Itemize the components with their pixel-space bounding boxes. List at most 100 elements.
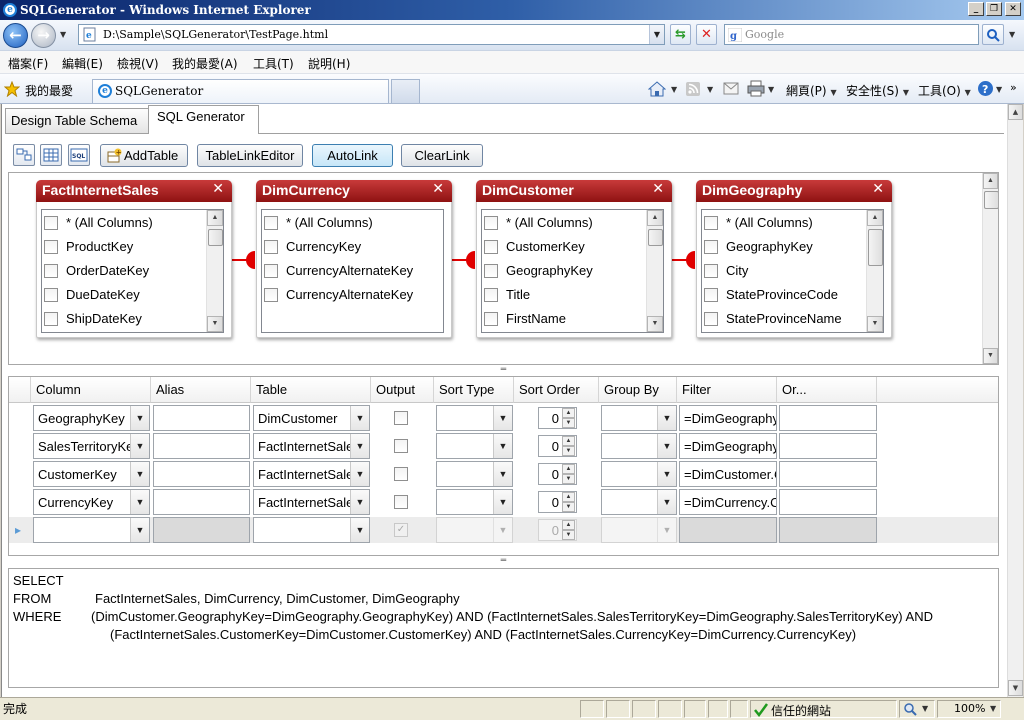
layout-view-button[interactable] <box>13 144 35 166</box>
search-input[interactable]: g Google <box>724 24 979 45</box>
group-by-combo[interactable]: ▼ <box>601 489 677 515</box>
column-item[interactable]: CurrencyKey <box>262 235 427 259</box>
group-by-combo[interactable]: ▼ <box>601 405 677 431</box>
column-item[interactable]: GeographyKey <box>702 235 867 259</box>
chevron-down-icon[interactable]: ▼ <box>657 490 676 514</box>
menu-edit[interactable]: 編輯(E) <box>62 55 103 72</box>
column-item[interactable]: GeographyKey <box>482 259 647 283</box>
column-item[interactable]: CustomerKey <box>482 235 647 259</box>
column-item[interactable]: City <box>702 259 867 283</box>
close-icon[interactable]: ✕ <box>652 181 664 197</box>
filter-field[interactable]: =DimCurrency.CurrencyKey <box>679 489 777 515</box>
back-button[interactable]: ← <box>3 23 28 48</box>
stepper-down-icon[interactable]: ▼ <box>562 418 575 428</box>
header-filter[interactable]: Filter <box>677 377 777 403</box>
header-column[interactable]: Column <box>31 377 151 403</box>
group-by-combo[interactable]: ▼ <box>601 433 677 459</box>
table-combo[interactable]: ▼ <box>253 517 370 543</box>
stepper-down-icon[interactable]: ▼ <box>562 474 575 484</box>
filter-field[interactable]: =DimGeography.GeographyKey <box>679 405 777 431</box>
or-field[interactable] <box>779 433 877 459</box>
table-combo[interactable]: FactInternetSales ▼ <box>253 461 370 487</box>
column-item[interactable]: CurrencyAlternateKey <box>262 259 427 283</box>
header-sort-order[interactable]: Sort Order <box>514 377 599 403</box>
scroll-up-icon[interactable]: ▲ <box>647 210 663 226</box>
table-header[interactable]: DimGeography ✕ <box>696 180 892 202</box>
scroll-up-icon[interactable]: ▲ <box>207 210 223 226</box>
column-checkbox[interactable] <box>484 216 498 230</box>
chevron-down-icon[interactable]: ▼ <box>130 462 149 486</box>
help-icon[interactable]: ? <box>977 80 994 97</box>
column-checkbox[interactable] <box>484 312 498 326</box>
output-checkbox[interactable] <box>394 411 408 425</box>
column-checkbox[interactable] <box>704 264 718 278</box>
chevron-down-icon[interactable]: ▼ <box>350 518 369 542</box>
chevron-down-icon[interactable]: ▼ <box>657 434 676 458</box>
chevron-down-icon[interactable]: ▼ <box>130 406 149 430</box>
favorites-label[interactable]: 我的最愛 <box>25 82 73 99</box>
menu-file[interactable]: 檔案(F) <box>8 55 48 72</box>
column-item[interactable]: * (All Columns) <box>42 211 207 235</box>
output-checkbox[interactable] <box>394 467 408 481</box>
column-item[interactable]: * (All Columns) <box>482 211 647 235</box>
column-checkbox[interactable] <box>484 264 498 278</box>
address-dropdown[interactable]: ▼ <box>649 25 664 44</box>
alias-field[interactable] <box>153 405 250 431</box>
column-item[interactable]: * (All Columns) <box>262 211 427 235</box>
or-field[interactable] <box>779 405 877 431</box>
chevron-down-icon[interactable]: ▼ <box>493 462 512 486</box>
tab-sql-generator[interactable]: SQL Generator <box>148 105 259 134</box>
header-alias[interactable]: Alias <box>151 377 251 403</box>
column-combo[interactable]: ▼ <box>33 517 150 543</box>
column-checkbox[interactable] <box>704 240 718 254</box>
group-by-combo[interactable]: ▼ <box>601 461 677 487</box>
or-field[interactable] <box>779 489 877 515</box>
menu-help[interactable]: 說明(H) <box>308 55 350 72</box>
scroll-down-icon[interactable]: ▼ <box>647 316 663 332</box>
clear-link-button[interactable]: ClearLink <box>401 144 483 167</box>
safety-menu[interactable]: 安全性(S) ▼ <box>846 82 909 99</box>
chevron-down-icon[interactable]: ▼ <box>130 518 149 542</box>
chevron-more-icon[interactable]: » <box>1010 81 1017 94</box>
page-scrollbar[interactable]: ▲ ▼ <box>1007 104 1023 697</box>
sort-type-combo[interactable]: ▼ <box>436 433 513 459</box>
protected-mode[interactable]: ▼ <box>899 700 935 718</box>
column-checkbox[interactable] <box>44 312 58 326</box>
column-list-scrollbar[interactable]: ▲ ▼ <box>866 210 883 332</box>
canvas-scrollbar[interactable]: ▲ ▼ <box>982 173 998 364</box>
column-item[interactable]: Title <box>482 283 647 307</box>
column-checkbox[interactable] <box>264 216 278 230</box>
header-sort-type[interactable]: Sort Type <box>434 377 514 403</box>
table-dimcurrency[interactable]: DimCurrency ✕ * (All Columns) CurrencyKey Cu… <box>256 180 452 338</box>
table-design-canvas[interactable]: ▲ ▼ FactInternetSales ✕ * (All Columns) Pro… <box>8 172 999 365</box>
maximize-button[interactable]: ❐ <box>986 2 1002 16</box>
print-icon[interactable] <box>747 80 765 97</box>
chevron-down-icon[interactable]: ▼ <box>350 462 369 486</box>
feeds-icon[interactable] <box>685 81 701 97</box>
sort-type-combo[interactable]: ▼ <box>436 461 513 487</box>
table-header[interactable]: DimCurrency ✕ <box>256 180 452 202</box>
alias-field[interactable] <box>153 461 250 487</box>
column-list-scrollbar[interactable]: ▲ ▼ <box>206 210 223 332</box>
column-checkbox[interactable] <box>484 240 498 254</box>
table-combo[interactable]: FactInternetSales ▼ <box>253 433 370 459</box>
chevron-down-icon[interactable]: ▼ <box>130 490 149 514</box>
chevron-down-icon[interactable]: ▼ <box>493 434 512 458</box>
browser-tab[interactable]: e SQLGenerator <box>92 79 389 103</box>
column-checkbox[interactable] <box>44 288 58 302</box>
column-item[interactable]: ProductKey <box>42 235 207 259</box>
column-checkbox[interactable] <box>44 216 58 230</box>
table-header[interactable]: DimCustomer ✕ <box>476 180 672 202</box>
header-group-by[interactable]: Group By <box>599 377 677 403</box>
table-combo[interactable]: FactInternetSales ▼ <box>253 489 370 515</box>
output-checkbox[interactable] <box>394 439 408 453</box>
column-list[interactable]: * (All Columns) CustomerKey GeographyKey Ti… <box>481 209 664 333</box>
chevron-down-icon[interactable]: ▼ <box>350 406 369 430</box>
canvas-scroll-down-icon[interactable]: ▼ <box>983 348 998 364</box>
sort-order-stepper[interactable]: 0 ▲ ▼ <box>538 407 577 429</box>
column-checkbox[interactable] <box>264 288 278 302</box>
column-item[interactable]: DueDateKey <box>42 283 207 307</box>
column-combo[interactable]: CustomerKey ▼ <box>33 461 150 487</box>
home-icon[interactable] <box>648 80 666 98</box>
stop-button[interactable]: ✕ <box>696 24 717 45</box>
